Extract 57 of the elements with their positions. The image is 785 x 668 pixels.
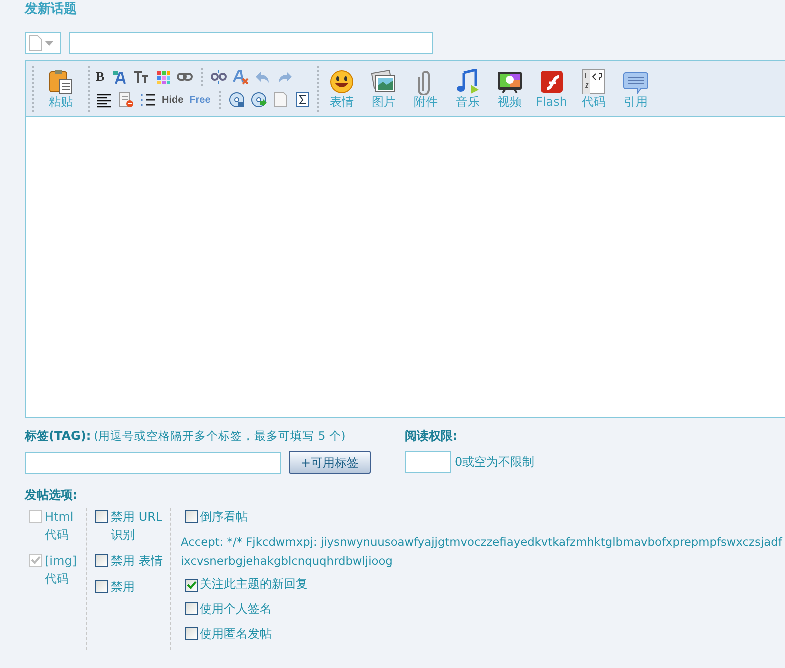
sigma-icon[interactable] [294, 92, 311, 108]
clear-format-icon[interactable] [232, 69, 249, 85]
checkbox[interactable] [95, 554, 108, 568]
checkbox[interactable] [95, 580, 108, 594]
read-permission-field[interactable] [405, 451, 451, 473]
checkbox[interactable] [185, 627, 198, 640]
music-note-icon [454, 68, 481, 94]
clipboard-icon [49, 68, 73, 94]
document-icon[interactable] [118, 92, 134, 108]
picture-icon [370, 68, 397, 94]
tags-hint: (用逗号或空格隔开多个标签，最多可填写 5 个) [94, 429, 346, 443]
checkbox[interactable] [95, 510, 108, 524]
color-grid-icon[interactable] [154, 69, 171, 85]
option-label: [img] 代码 [45, 553, 78, 588]
flash-button[interactable]: Flash [530, 68, 573, 108]
flash-icon [538, 68, 565, 94]
smiley-icon [328, 68, 355, 94]
checkbox[interactable] [185, 579, 198, 592]
read-permission-label: 阅读权限: [405, 428, 459, 445]
option-label: Html 代码 [45, 509, 75, 544]
option-label: 使用匿名发帖 [200, 627, 272, 642]
option-label: 禁用 URL 识别 [111, 509, 164, 544]
attachment-button[interactable]: 附件 [404, 68, 447, 108]
font-icon[interactable] [110, 69, 127, 85]
quote-button[interactable]: 引用 [614, 68, 657, 108]
unlink-icon[interactable] [210, 69, 227, 85]
option-label: 关注此主题的新回复 [200, 577, 308, 592]
subject-field[interactable] [69, 32, 433, 54]
checkbox[interactable] [185, 510, 198, 524]
disc-icon[interactable] [228, 92, 245, 108]
page-title: 发新话题 [25, 2, 77, 18]
image-button[interactable]: 图片 [362, 68, 405, 108]
music-button[interactable]: 音乐 [446, 68, 489, 108]
code-button[interactable]: 代码 [572, 68, 615, 108]
video-button[interactable]: 视频 [488, 68, 531, 108]
checkbox[interactable] [185, 602, 198, 616]
option-label: 禁用 [111, 579, 135, 596]
page-icon [29, 34, 43, 52]
option-label: 倒序看帖 [200, 510, 248, 524]
paste-button[interactable]: 粘贴 [40, 68, 82, 108]
bold-button[interactable]: B [96, 69, 105, 85]
code-page-icon [580, 68, 607, 94]
post-options-label: 发帖选项: [25, 487, 79, 504]
list-icon[interactable] [140, 92, 156, 108]
available-tags-button[interactable]: +可用标签 [289, 451, 371, 474]
request-note: Accept: */* Fjkcdwmxpj: jiysnwynuusoawfyajjgtmvoczzefiayedkvtkafzmhktglbmavbofxprepmpfswxczsjadfixcvsnerbgjehakgblcnquqhrdbwljioog [181, 534, 784, 570]
option-label: 使用个人签名 [200, 602, 272, 616]
emoticon-button[interactable]: 表情 [320, 68, 363, 108]
tags-label: 标签(TAG): [25, 429, 92, 443]
caret-icon [45, 40, 54, 46]
free-button[interactable]: Free [190, 92, 211, 108]
option-label: 禁用 表情 [111, 553, 163, 570]
tags-field[interactable] [25, 452, 281, 474]
hide-button[interactable]: Hide [162, 92, 184, 108]
align-icon[interactable] [96, 92, 112, 108]
text-size-icon[interactable] [132, 69, 149, 85]
read-permission-hint: 0或空为不限制 [455, 454, 535, 471]
